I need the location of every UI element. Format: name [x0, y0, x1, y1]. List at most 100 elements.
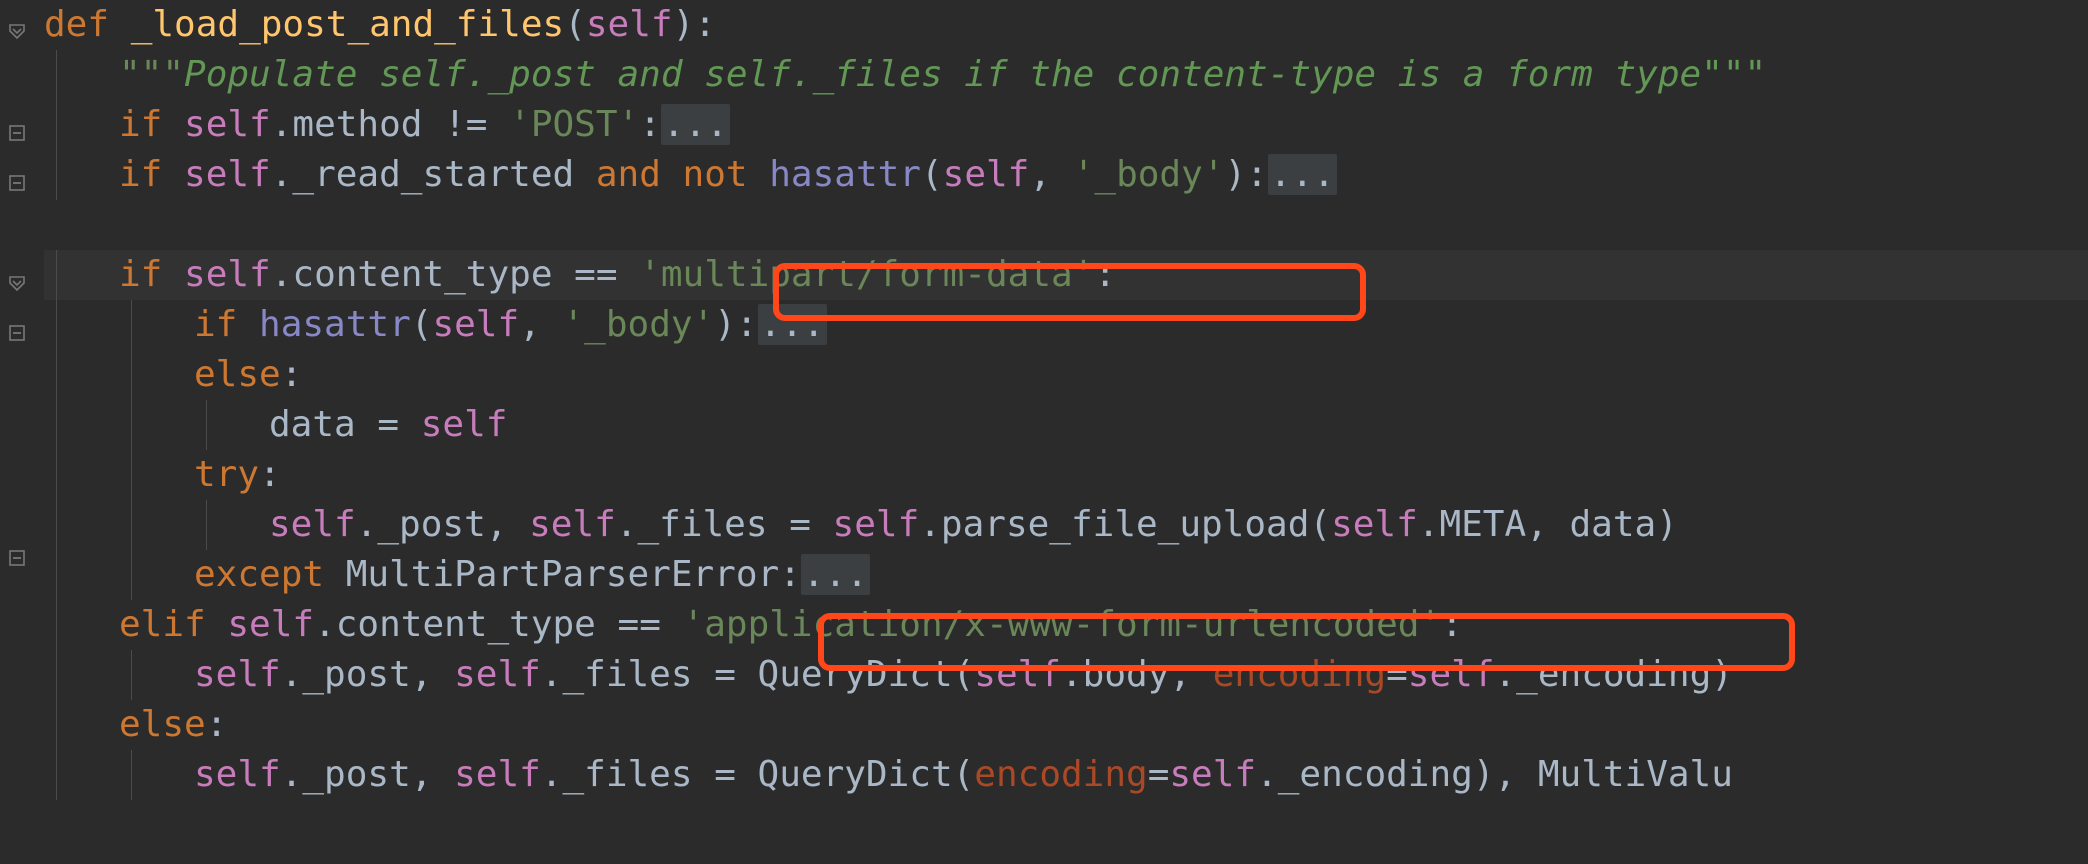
code-line[interactable]: else: — [0, 700, 2088, 750]
indent-guide — [206, 400, 207, 450]
code-token: self — [1169, 754, 1257, 795]
code-token: self — [184, 104, 271, 145]
code-token: self — [194, 754, 281, 795]
code-token: QueryDict( — [757, 654, 975, 695]
code-line[interactable]: if self.method != 'POST':... — [0, 100, 2088, 150]
code-token: except — [194, 554, 346, 595]
indent-guide — [131, 750, 132, 800]
indent-guide — [56, 100, 57, 150]
code-token: .body, — [1061, 654, 1213, 695]
code-line[interactable]: """Populate self._post and self._files i… — [0, 50, 2088, 100]
code-token: 'multipart/form-data' — [639, 254, 1095, 295]
code-token: self — [1331, 504, 1418, 545]
code-token: self — [194, 654, 281, 695]
code-token: = — [1386, 654, 1408, 695]
code-token: = — [1147, 754, 1170, 795]
code-token: self — [529, 504, 616, 545]
code-token: : — [205, 704, 228, 745]
indent-guide — [56, 650, 57, 700]
code-token: self — [269, 504, 356, 545]
code-token: != — [444, 104, 510, 145]
code-token: ): — [714, 304, 758, 345]
code-token: ._files — [540, 754, 715, 795]
code-token: self — [184, 154, 271, 195]
code-token: if — [119, 104, 185, 145]
editor-gutter[interactable] — [0, 0, 44, 864]
code-token: def — [44, 4, 131, 45]
indent-guide — [56, 600, 57, 650]
code-line[interactable]: if self.content_type == 'multipart/form-… — [0, 250, 2088, 300]
code-line[interactable]: if self._read_started and not hasattr(se… — [0, 150, 2088, 200]
code-token: ): — [1224, 154, 1268, 195]
code-line[interactable]: def _load_post_and_files(self): — [0, 0, 2088, 50]
code-token: .content_type — [314, 604, 618, 645]
code-token: , — [1029, 154, 1073, 195]
code-token: """ — [119, 54, 185, 95]
code-token: ( — [920, 154, 943, 195]
indent-guide — [56, 150, 57, 200]
code-line[interactable]: try: — [0, 450, 2088, 500]
code-token: ._encoding), — [1256, 754, 1538, 795]
code-token: else — [119, 704, 206, 745]
code-token: .parse_file_upload( — [919, 504, 1332, 545]
indent-guide — [56, 350, 57, 400]
code-line[interactable]: self._post, self._files = QueryDict(enco… — [0, 750, 2088, 800]
code-line[interactable]: except MultiPartParserError:... — [0, 550, 2088, 600]
fold-chevron-down-icon[interactable] — [4, 270, 30, 296]
code-token: self — [974, 654, 1061, 695]
code-line[interactable] — [0, 200, 2088, 250]
code-line-text: try: — [194, 454, 281, 495]
code-token: ._post, — [280, 654, 455, 695]
code-token: self — [432, 304, 520, 345]
fold-plus-box-icon[interactable] — [4, 320, 30, 346]
code-token: self — [227, 604, 315, 645]
fold-plus-box-icon[interactable] — [4, 170, 30, 196]
code-line[interactable]: data = self — [0, 400, 2088, 450]
code-token: else — [194, 354, 281, 395]
code-line[interactable]: else: — [0, 350, 2088, 400]
code-token: self — [585, 4, 673, 45]
code-token: self — [420, 404, 508, 445]
code-token: == — [574, 254, 640, 295]
indent-guide — [56, 500, 57, 550]
code-token: .META, data) — [1417, 504, 1678, 545]
folded-code-placeholder[interactable]: ... — [1267, 154, 1337, 195]
code-token: == — [617, 604, 683, 645]
code-line-text: def _load_post_and_files(self): — [44, 4, 716, 45]
code-line[interactable]: self._post, self._files = QueryDict(self… — [0, 650, 2088, 700]
code-token: if — [119, 254, 185, 295]
folded-code-placeholder[interactable]: ... — [660, 104, 730, 145]
indent-guide — [56, 450, 57, 500]
code-token: ._post, — [280, 754, 455, 795]
code-token: encoding — [1212, 654, 1387, 695]
code-token: ._read_started — [270, 154, 596, 195]
code-line-text: if self.content_type == 'multipart/form-… — [119, 254, 1116, 295]
code-line-text: """Populate self._post and self._files i… — [119, 54, 1766, 95]
indent-guide — [56, 750, 57, 800]
code-token: = — [789, 504, 833, 545]
fold-plus-box-icon[interactable] — [4, 120, 30, 146]
indent-guide — [131, 550, 132, 600]
code-token: self — [184, 254, 271, 295]
code-line[interactable]: elif self.content_type == 'application/x… — [0, 600, 2088, 650]
fold-chevron-down-icon[interactable] — [4, 18, 30, 44]
code-token: self — [832, 504, 920, 545]
code-token: = — [714, 754, 758, 795]
code-line[interactable]: if hasattr(self, '_body'):... — [0, 300, 2088, 350]
code-token: : — [259, 454, 281, 495]
code-token: ): — [672, 4, 716, 45]
fold-plus-box-icon[interactable] — [4, 545, 30, 571]
indent-guide — [131, 400, 132, 450]
code-token: try — [194, 454, 260, 495]
code-token: '_body' — [562, 304, 715, 345]
code-token: ._files — [615, 504, 790, 545]
code-token: .method — [270, 104, 445, 145]
code-line-text: else: — [119, 704, 227, 745]
code-content[interactable]: def _load_post_and_files(self): """Popula… — [0, 0, 2088, 864]
code-line-text: except MultiPartParserError:... — [194, 554, 870, 595]
code-line[interactable]: self._post, self._files = self.parse_fil… — [0, 500, 2088, 550]
folded-code-placeholder[interactable]: ... — [757, 304, 827, 345]
folded-code-placeholder[interactable]: ... — [800, 554, 870, 595]
code-token: : — [1441, 604, 1463, 645]
